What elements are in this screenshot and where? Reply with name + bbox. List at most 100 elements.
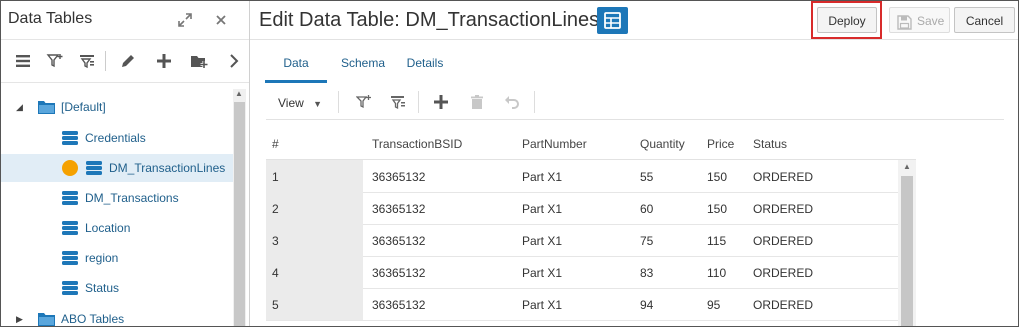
scroll-up-icon[interactable]: ▲ — [903, 162, 911, 171]
tree-folder-abo-tables[interactable]: ▶ ABO Tables — [1, 305, 233, 326]
table-cell[interactable]: 94 — [640, 298, 653, 312]
page-title: Edit Data Table: DM_TransactionLines — [259, 9, 600, 31]
status-dot-icon — [62, 160, 78, 176]
column-header[interactable]: PartNumber — [522, 137, 587, 151]
scrollbar-thumb[interactable] — [234, 102, 245, 326]
table-cell[interactable]: 55 — [640, 170, 653, 184]
table-cell[interactable]: Part X1 — [522, 266, 562, 280]
filter-list-icon[interactable] — [78, 52, 96, 70]
scroll-up-icon[interactable]: ▲ — [235, 89, 243, 98]
table-header: # TransactionBSID PartNumber Quantity Pr… — [266, 128, 916, 160]
folder-icon — [38, 100, 55, 114]
panel-header: Data Tables — [1, 1, 249, 40]
table-cell[interactable]: 150 — [707, 170, 727, 184]
table-cell[interactable]: 110 — [707, 266, 726, 280]
column-header[interactable]: Quantity — [640, 137, 685, 151]
caret-down-icon[interactable]: ◢ — [16, 102, 23, 113]
table-cell[interactable]: 36365132 — [372, 298, 425, 312]
table-cell[interactable]: Part X1 — [522, 170, 562, 184]
table-row[interactable]: 1 36365132 Part X1 55 150 ORDERED — [266, 160, 916, 193]
row-number: 3 — [272, 234, 279, 248]
table-cell[interactable]: Part X1 — [522, 298, 562, 312]
add-folder-icon[interactable] — [190, 52, 208, 70]
tree-item-dm-transactionlines[interactable]: DM_TransactionLines — [1, 154, 233, 182]
tab-data[interactable]: Data — [265, 56, 327, 83]
table-cell[interactable]: ORDERED — [753, 266, 813, 280]
table-row[interactable]: 3 36365132 Part X1 75 115 ORDERED — [266, 224, 916, 257]
row-number-cell — [266, 160, 363, 192]
row-number-cell — [266, 256, 363, 288]
tree-item-label: Status — [85, 281, 120, 295]
row-number: 5 — [272, 298, 279, 312]
column-header[interactable]: # — [272, 137, 279, 151]
toolbar-separator — [338, 91, 339, 113]
table-cell[interactable]: 115 — [707, 234, 726, 248]
expand-icon[interactable] — [177, 12, 193, 28]
table-cell[interactable]: ORDERED — [753, 234, 813, 248]
tree-item-region[interactable]: region — [1, 244, 233, 272]
undo-icon[interactable] — [504, 94, 520, 110]
table-row[interactable]: 5 36365132 Part X1 94 95 ORDERED — [266, 288, 916, 321]
filter-add-icon[interactable] — [355, 94, 372, 110]
row-number: 4 — [272, 266, 279, 280]
column-header[interactable]: TransactionBSID — [372, 137, 462, 151]
table-cell[interactable]: 36365132 — [372, 266, 425, 280]
tree-scrollbar[interactable]: ▲ — [233, 89, 246, 326]
table-cell[interactable]: Part X1 — [522, 234, 562, 248]
filter-add-icon[interactable] — [46, 52, 64, 70]
column-header[interactable]: Status — [753, 137, 787, 151]
tree-item-label: Credentials — [85, 131, 146, 145]
table-cell[interactable]: 150 — [707, 202, 727, 216]
collapse-all-icon[interactable] — [14, 52, 32, 70]
add-icon[interactable] — [155, 52, 173, 70]
deploy-button[interactable]: Deploy — [817, 7, 877, 33]
tree-item-dm-transactions[interactable]: DM_Transactions — [1, 184, 233, 212]
table-cell[interactable]: 36365132 — [372, 170, 425, 184]
table-row[interactable]: 4 36365132 Part X1 83 110 ORDERED — [266, 256, 916, 289]
chevron-right-icon[interactable] — [225, 52, 243, 70]
column-header[interactable]: Price — [707, 137, 734, 151]
tree-item-label: Location — [85, 221, 131, 235]
caret-right-icon[interactable]: ▶ — [16, 314, 23, 325]
table-scrollbar[interactable]: ▲ — [898, 160, 916, 326]
table-cell[interactable]: ORDERED — [753, 170, 813, 184]
tree-item-label: region — [85, 251, 119, 265]
table-cell[interactable]: ORDERED — [753, 202, 813, 216]
tree-folder-default[interactable]: ◢ [Default] — [1, 93, 233, 121]
filter-list-icon[interactable] — [390, 94, 406, 110]
database-icon — [62, 131, 78, 145]
folder-icon — [38, 312, 55, 326]
tab-schema[interactable]: Schema — [341, 56, 385, 80]
tree-item-credentials[interactable]: Credentials — [1, 124, 233, 152]
database-icon — [62, 191, 78, 205]
close-icon[interactable] — [213, 12, 229, 28]
panel-title: Data Tables — [8, 10, 93, 27]
row-number: 1 — [272, 170, 279, 184]
cancel-button[interactable]: Cancel — [954, 7, 1015, 33]
delete-icon[interactable] — [469, 94, 485, 110]
table-cell[interactable]: ORDERED — [753, 298, 813, 312]
view-menu[interactable]: View ▼ — [278, 96, 322, 110]
table-cell[interactable]: 36365132 — [372, 202, 425, 216]
data-tables-panel: Data Tables ◢ [Default] Credentials DM_T… — [1, 1, 249, 326]
save-button[interactable]: Save — [889, 7, 950, 33]
scrollbar-thumb[interactable] — [901, 176, 913, 326]
database-icon — [62, 221, 78, 235]
table-cell[interactable]: 95 — [707, 298, 720, 312]
tree-item-location[interactable]: Location — [1, 214, 233, 242]
tab-details[interactable]: Details — [406, 56, 444, 80]
tree-item-label: DM_TransactionLines — [109, 161, 226, 175]
tree-folder-label: ABO Tables — [61, 312, 125, 326]
add-row-icon[interactable] — [433, 94, 449, 110]
table-cell[interactable]: 83 — [640, 266, 653, 280]
edit-icon[interactable] — [119, 52, 137, 70]
table-cell[interactable]: 75 — [640, 234, 653, 248]
table-cell[interactable]: Part X1 — [522, 202, 562, 216]
data-tables-tree: ◢ [Default] Credentials DM_TransactionLi… — [1, 83, 233, 326]
table-row[interactable]: 2 36365132 Part X1 60 150 ORDERED — [266, 192, 916, 225]
tree-item-status[interactable]: Status — [1, 274, 233, 302]
row-number-cell — [266, 288, 363, 320]
table-cell[interactable]: 60 — [640, 202, 653, 216]
table-cell[interactable]: 36365132 — [372, 234, 425, 248]
database-icon — [62, 281, 78, 295]
